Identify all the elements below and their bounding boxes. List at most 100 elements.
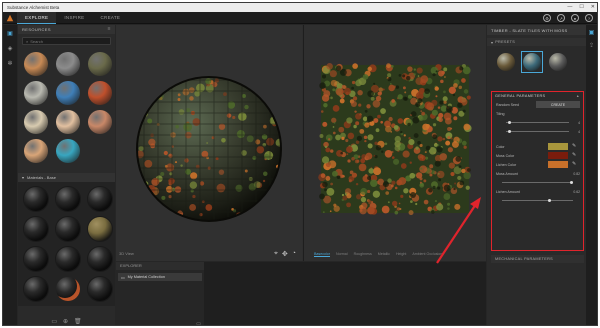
material-sphere[interactable] [56, 217, 80, 241]
moss-spot [377, 114, 381, 119]
user-icon[interactable]: ● [571, 14, 579, 22]
tiling-slider-1[interactable]: 4 [492, 118, 583, 127]
close-button[interactable]: ✕ [591, 4, 595, 10]
material-thumb[interactable] [56, 81, 80, 105]
channel-tab[interactable]: Roughness [354, 252, 372, 257]
material-sphere[interactable] [88, 217, 112, 241]
delete-icon[interactable]: 🗑 [74, 318, 82, 325]
eyedropper-icon[interactable]: ✎ [572, 152, 576, 158]
export-icon[interactable]: ⇪ [589, 42, 594, 49]
help-icon[interactable]: ? [585, 14, 593, 22]
material-sphere[interactable] [88, 247, 112, 271]
preset-item[interactable] [547, 51, 569, 73]
mechanical-parameters-header[interactable]: MECHANICAL PARAMETERS [491, 255, 584, 263]
window-controls: — ☐ ✕ [567, 4, 595, 10]
material-sphere[interactable] [24, 217, 48, 241]
moss-spot [320, 110, 324, 113]
materials-section-header[interactable]: ▾ Materials - Base [18, 173, 115, 182]
panel-menu-icon[interactable]: ≡ [108, 26, 111, 32]
material-sphere[interactable] [56, 247, 80, 271]
moss-spot [326, 175, 330, 180]
lichen-color-swatch[interactable] [548, 161, 568, 168]
maximize-button[interactable]: ☐ [579, 4, 583, 10]
moss-spot [347, 132, 355, 140]
moss-spot [353, 124, 357, 129]
folder-add-icon[interactable]: ▭ [116, 321, 204, 325]
eyedropper-icon[interactable]: ✎ [572, 161, 576, 167]
moss-spot [433, 143, 438, 147]
create-seed-button[interactable]: CREATE [536, 101, 580, 108]
tiling-label: Tiling [496, 111, 505, 116]
tab-inspire[interactable]: INSPIRE [56, 12, 92, 24]
moss-spot [343, 87, 352, 95]
channel-tab[interactable]: Height [396, 252, 406, 257]
material-thumb[interactable] [24, 139, 48, 163]
camera-icon[interactable]: ⌖ [274, 250, 278, 258]
properties-icon[interactable]: ▣ [589, 29, 595, 36]
material-thumb[interactable] [24, 52, 48, 76]
color-swatch[interactable] [548, 143, 568, 150]
light-icon[interactable]: ✥ [282, 250, 288, 258]
tab-explore[interactable]: EXPLORE [17, 11, 57, 24]
shadow-spot [445, 105, 453, 113]
shadow-spot [367, 90, 375, 98]
settings-icon[interactable]: ✲ [6, 59, 15, 68]
shadow-spot [438, 178, 442, 182]
environment-icon[interactable]: ◔ [292, 250, 296, 258]
material-thumb[interactable] [56, 52, 80, 76]
lichen-amount-slider[interactable] [492, 196, 583, 205]
moss-spot [338, 126, 345, 133]
preset-item[interactable] [495, 51, 517, 73]
moss-spot [448, 162, 455, 169]
material-thumb[interactable] [24, 81, 48, 105]
window-title: Substance Alchemist Beta [7, 5, 60, 10]
material-sphere[interactable] [56, 187, 80, 211]
layers-icon[interactable]: ◈ [6, 44, 15, 53]
moss-amount-slider[interactable] [492, 178, 583, 187]
list-item[interactable]: ▭ My Material Collection [118, 273, 202, 281]
moss-color-swatch[interactable] [548, 152, 568, 159]
material-sphere[interactable] [88, 277, 112, 301]
library-icon[interactable]: ▣ [6, 29, 15, 38]
shadow-spot [324, 188, 327, 192]
moss-spot [363, 135, 368, 140]
material-thumb[interactable] [88, 110, 112, 134]
material-sphere[interactable] [24, 277, 48, 301]
viewport-3d[interactable]: 3D View ⌖ ✥ ◔ [116, 25, 302, 261]
general-parameters-header[interactable]: GENERAL PARAMETERS ▴ [492, 92, 583, 100]
material-sphere[interactable] [24, 187, 48, 211]
right-toolstrip: ▣ ⇪ [586, 25, 597, 325]
material-sphere[interactable] [24, 247, 48, 271]
channel-tab[interactable]: Normal [336, 252, 348, 257]
preset-item[interactable] [521, 51, 543, 73]
list-item-label: My Material Collection [127, 275, 165, 279]
share-icon[interactable]: ↗ [557, 14, 565, 22]
moss-spot [453, 116, 458, 121]
minimize-button[interactable]: — [567, 4, 572, 10]
folder-icon[interactable]: ▭ [51, 318, 57, 325]
material-thumb[interactable] [88, 52, 112, 76]
material-sphere[interactable] [56, 277, 80, 301]
search-input[interactable]: ⌕ Search [22, 37, 111, 45]
material-thumb[interactable] [56, 110, 80, 134]
material-thumb[interactable] [88, 81, 112, 105]
moss-spot [345, 138, 349, 143]
moss-spot [330, 182, 334, 186]
presets-header[interactable]: ▾ PRESETS [487, 38, 587, 46]
channel-tab[interactable]: Ambient Occlusion [412, 252, 442, 257]
moss-spot [341, 84, 346, 89]
material-thumb[interactable] [24, 110, 48, 134]
tiling-slider-2[interactable]: 4 [492, 127, 583, 136]
tab-create[interactable]: CREATE [92, 12, 128, 24]
material-sphere[interactable] [88, 187, 112, 211]
viewport-2d[interactable]: Basecolor Normal Roughness Metallic Height Am… [303, 25, 486, 261]
random-seed-label: Random Seed [496, 102, 519, 107]
moss-spot [364, 139, 367, 143]
channel-tab[interactable]: Metallic [378, 252, 390, 257]
moss-spot [276, 77, 280, 80]
channel-tab[interactable]: Basecolor [314, 252, 330, 257]
gear-icon[interactable]: ⚙ [543, 14, 551, 22]
eyedropper-icon[interactable]: ✎ [572, 143, 576, 149]
material-thumb[interactable] [56, 139, 80, 163]
add-icon[interactable]: ⊕ [63, 318, 68, 325]
